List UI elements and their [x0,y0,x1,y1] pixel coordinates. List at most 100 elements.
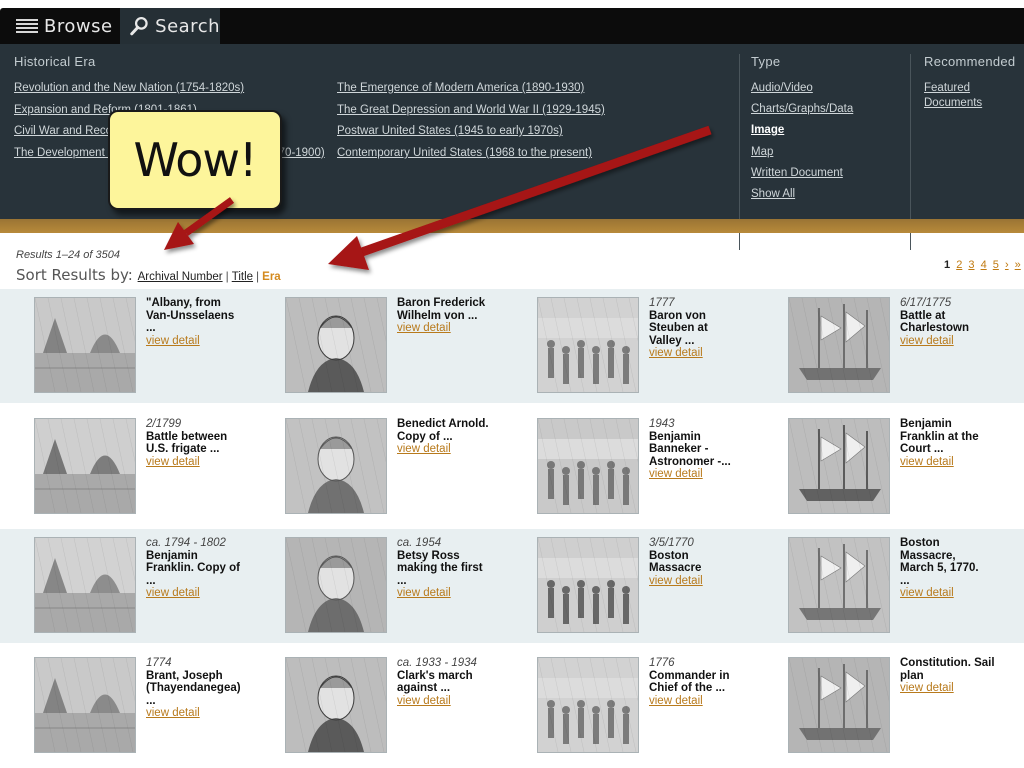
result-title-line[interactable]: Baron Frederick [397,297,517,310]
result-title-line[interactable]: Massacre, [900,550,1020,563]
result-title-line[interactable]: ... [397,575,517,588]
result-title-line[interactable]: ... [146,695,266,708]
era-link[interactable]: The Great Depression and World War II (1… [337,104,605,116]
view-detail-link[interactable]: view detail [146,707,266,720]
result-title-line[interactable]: Charlestown [900,322,1020,335]
result-title-line[interactable]: Franklin. Copy of [146,562,266,575]
type-link-image[interactable]: Image [751,124,784,136]
result-thumbnail[interactable] [285,418,387,514]
type-link-audio-video[interactable]: Audio/Video [751,82,813,94]
result-thumbnail[interactable] [537,297,639,393]
result-title-line[interactable]: Massacre [649,562,769,575]
result-thumbnail[interactable] [788,297,890,393]
result-title-line[interactable]: March 5, 1770. [900,562,1020,575]
page-link[interactable]: 3 [968,259,974,271]
era-link[interactable]: Contemporary United States (1968 to the … [337,147,592,159]
result-thumbnail[interactable] [788,657,890,753]
featured-documents-link-line1[interactable]: Featured [924,82,970,94]
page-link[interactable]: 2 [956,259,962,271]
result-info: 1774 Brant, Joseph (Thayendanegea)... view … [146,657,266,720]
result-title-line[interactable]: Battle at [900,310,1020,323]
view-detail-link[interactable]: view detail [397,695,517,708]
featured-documents-link-line2[interactable]: Documents [924,97,982,109]
era-link[interactable]: Postwar United States (1945 to early 197… [337,125,563,137]
era-link[interactable]: Revolution and the New Nation (1754-1820… [14,82,244,94]
sort-title-link[interactable]: Title [232,271,253,283]
view-detail-link[interactable]: view detail [900,587,1020,600]
view-detail-link[interactable]: view detail [397,443,517,456]
result-title-line[interactable]: Valley ... [649,335,769,348]
result-title-line[interactable]: Astronomer -... [649,456,769,469]
result-title-line[interactable]: (Thayendanegea) [146,682,266,695]
last-page-link[interactable]: » [1015,259,1021,271]
sort-era-active[interactable]: Era [262,271,281,283]
result-title-line[interactable]: Chief of the ... [649,682,769,695]
view-detail-link[interactable]: view detail [146,456,266,469]
view-detail-link[interactable]: view detail [397,587,517,600]
type-link-show-all[interactable]: Show All [751,188,795,200]
era-link[interactable]: The Emergence of Modern America (1890-19… [337,82,584,94]
result-title-line[interactable]: Benedict Arnold. [397,418,517,431]
result-title-line[interactable]: Boston [900,537,1020,550]
result-title-line[interactable]: Franklin at the [900,431,1020,444]
result-title-line[interactable]: Battle between [146,431,266,444]
result-title-line[interactable]: Baron von [649,310,769,323]
result-thumbnail[interactable] [285,297,387,393]
result-info: ca. 1933 - 1934 Clark's march against ... v… [397,657,517,707]
result-title-line[interactable]: Constitution. Sail [900,657,1020,670]
view-detail-link[interactable]: view detail [900,335,1020,348]
result-title-line[interactable]: ... [146,575,266,588]
result-thumbnail[interactable] [285,657,387,753]
type-link-map[interactable]: Map [751,146,773,158]
result-title-line[interactable]: making the first [397,562,517,575]
view-detail-link[interactable]: view detail [146,587,266,600]
result-title-line[interactable]: Benjamin [649,431,769,444]
result-thumbnail[interactable] [788,537,890,633]
page-link[interactable]: 4 [981,259,987,271]
result-thumbnail[interactable] [537,418,639,514]
result-title-line[interactable]: Benjamin [146,550,266,563]
result-title-line[interactable]: Copy of ... [397,431,517,444]
type-link-charts[interactable]: Charts/Graphs/Data [751,103,853,115]
sort-archival-number-link[interactable]: Archival Number [138,271,223,283]
result-title-line[interactable]: "Albany, from [146,297,266,310]
type-link-written-document[interactable]: Written Document [751,167,843,179]
result-title-line[interactable]: Court ... [900,443,1020,456]
result-title-line[interactable]: U.S. frigate ... [146,443,266,456]
result-title-line[interactable]: Clark's march [397,670,517,683]
result-title-line[interactable]: Steuben at [649,322,769,335]
result-title-line[interactable]: against ... [397,682,517,695]
result-title-line[interactable]: Commander in [649,670,769,683]
tab-browse[interactable]: Browse [16,8,120,44]
view-detail-link[interactable]: view detail [397,322,517,335]
result-title-line[interactable]: Brant, Joseph [146,670,266,683]
tab-search[interactable]: Search [120,8,220,44]
result-title-line[interactable]: Benjamin [900,418,1020,431]
result-info: Baron Frederick Wilhelm von ... view detai… [397,297,517,335]
result-thumbnail[interactable] [34,657,136,753]
result-title-line[interactable]: Boston [649,550,769,563]
view-detail-link[interactable]: view detail [649,468,769,481]
next-page-link[interactable]: › [1005,259,1009,271]
result-thumbnail[interactable] [34,537,136,633]
result-thumbnail[interactable] [537,657,639,753]
view-detail-link[interactable]: view detail [900,456,1020,469]
result-thumbnail[interactable] [788,418,890,514]
view-detail-link[interactable]: view detail [146,335,266,348]
result-title-line[interactable]: plan [900,670,1020,683]
view-detail-link[interactable]: view detail [649,695,769,708]
result-thumbnail[interactable] [34,297,136,393]
view-detail-link[interactable]: view detail [900,682,1020,695]
result-title-line[interactable]: ... [146,322,266,335]
result-thumbnail[interactable] [537,537,639,633]
result-title-line[interactable]: Betsy Ross [397,550,517,563]
view-detail-link[interactable]: view detail [649,575,769,588]
result-title-line[interactable]: ... [900,575,1020,588]
result-title-line[interactable]: Van-Unsselaens [146,310,266,323]
page-link[interactable]: 5 [993,259,999,271]
result-thumbnail[interactable] [285,537,387,633]
result-title-line[interactable]: Wilhelm von ... [397,310,517,323]
view-detail-link[interactable]: view detail [649,347,769,360]
result-thumbnail[interactable] [34,418,136,514]
result-title-line[interactable]: Banneker - [649,443,769,456]
